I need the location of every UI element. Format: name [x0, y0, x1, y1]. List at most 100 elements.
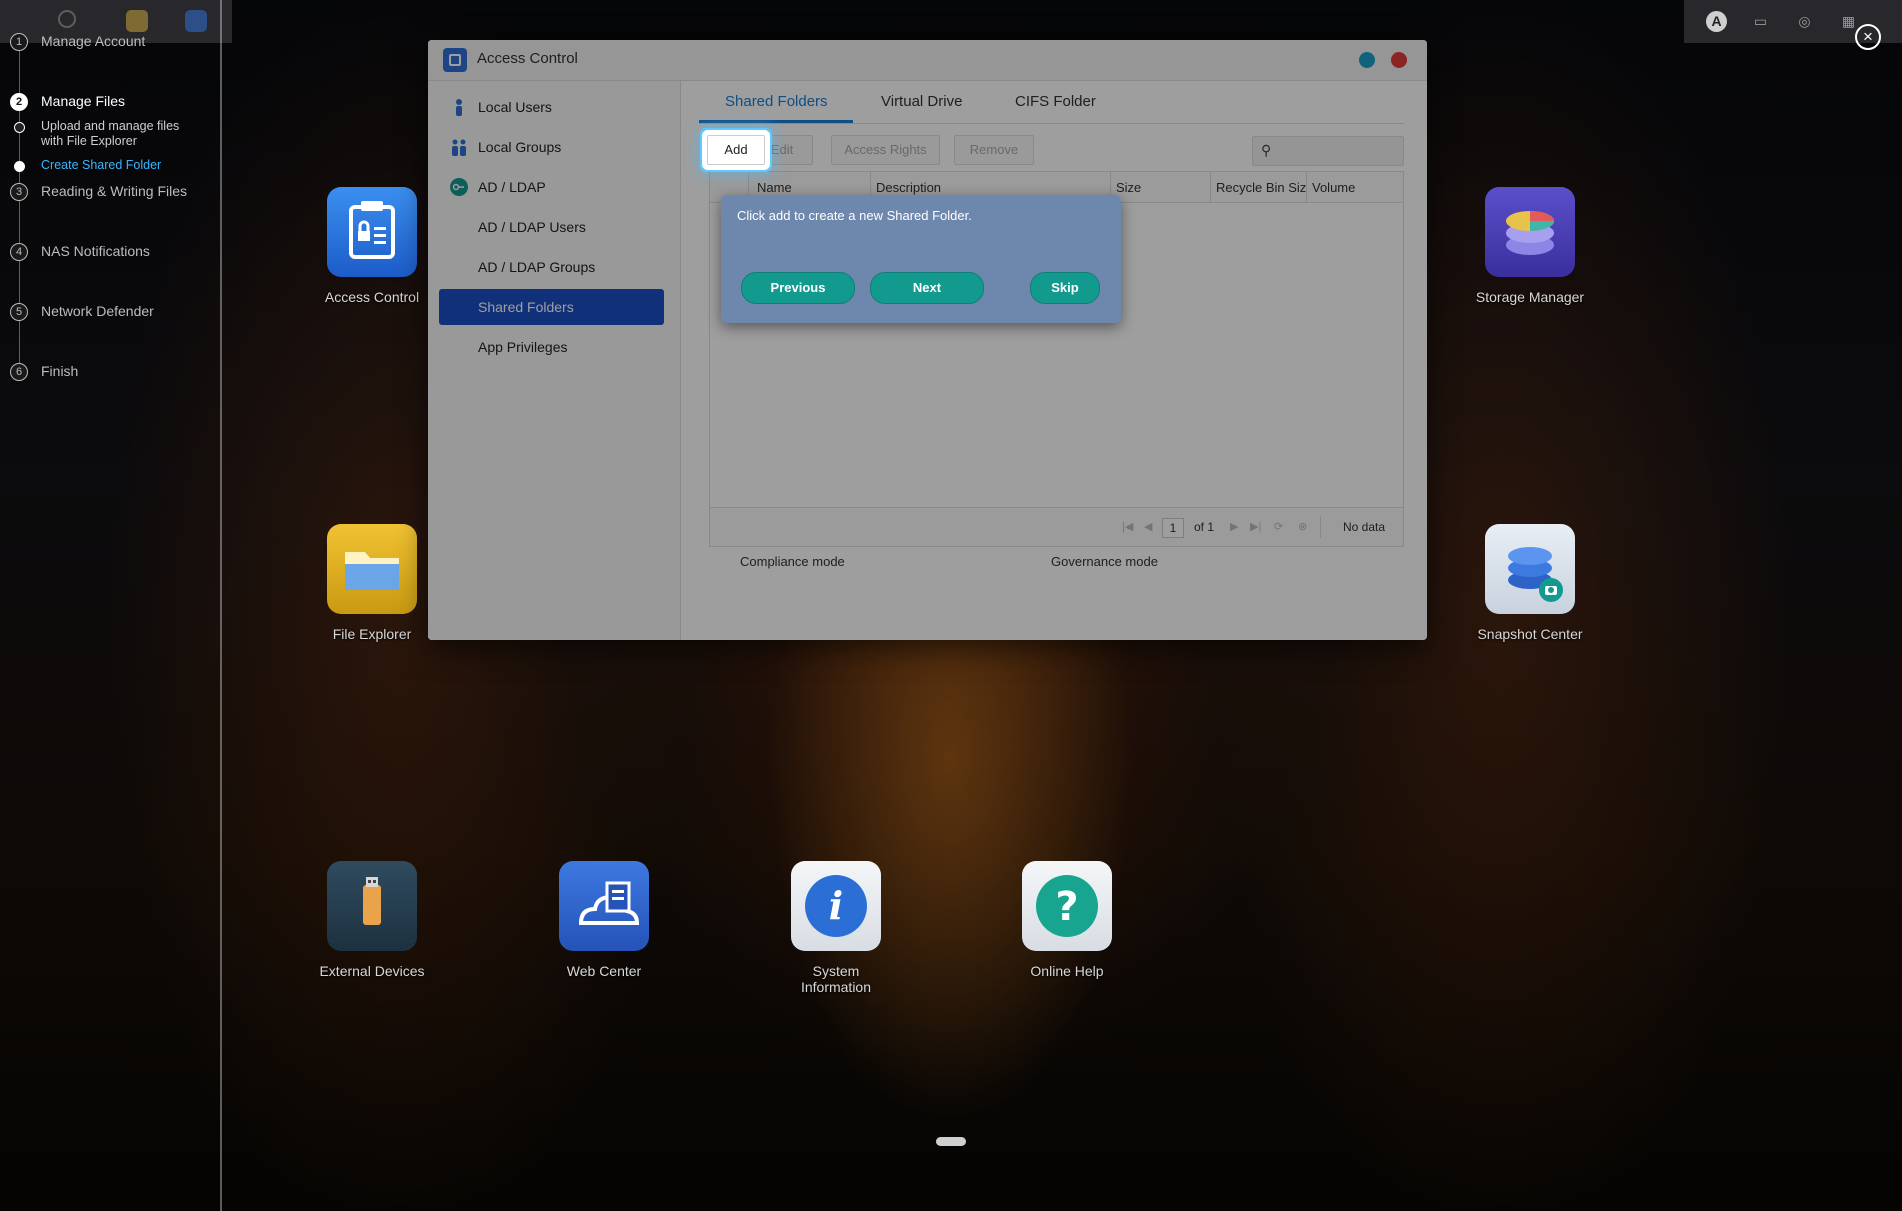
first-page-icon[interactable]: |◀ [1122, 520, 1133, 533]
dock-handle[interactable] [936, 1137, 966, 1146]
app-web-center[interactable]: Web Center [534, 861, 674, 979]
snapshot-center-icon [1485, 524, 1575, 614]
file-explorer-icon [327, 524, 417, 614]
system-information-icon: i [791, 861, 881, 951]
step-label: Network Defender [41, 303, 154, 319]
storage-manager-icon [1485, 187, 1575, 277]
sidebar-item-local-users[interactable]: Local Users [439, 89, 664, 125]
step-label: Manage Account [41, 33, 146, 49]
step-number: 2 [10, 93, 28, 111]
user-icon [456, 99, 462, 116]
minimize-button[interactable] [1359, 52, 1375, 68]
sidebar-item-label: AD / LDAP [478, 179, 546, 195]
calendar-icon[interactable]: ▦ [1838, 11, 1859, 32]
app-storage-manager[interactable]: Storage Manager [1460, 187, 1600, 305]
column-header-recycle-bin-size[interactable]: Recycle Bin Siz [1216, 180, 1306, 195]
access-control-window: Access Control Local Users Local Groups … [428, 40, 1427, 640]
app-access-control[interactable]: Access Control [302, 187, 442, 305]
sidebar-item-ad-ldap-groups[interactable]: AD / LDAP Groups [439, 249, 664, 285]
app-system-information[interactable]: i System Information [766, 861, 906, 995]
sidebar-item-label: AD / LDAP Users [478, 219, 586, 235]
svg-text:i: i [829, 883, 843, 928]
sidebar-item-ad-ldap-users[interactable]: AD / LDAP Users [439, 209, 664, 245]
message-icon[interactable]: ▭ [1750, 11, 1771, 32]
add-button[interactable]: Add [707, 135, 765, 165]
access-control-icon [327, 187, 417, 277]
access-rights-button[interactable]: Access Rights [831, 135, 940, 165]
column-separator [1306, 172, 1307, 202]
tutorial-sidebar: 1 Manage Account 2 Manage Files Upload a… [0, 0, 222, 1211]
tab-cifs-folder[interactable]: CIFS Folder [1015, 93, 1096, 110]
remove-button[interactable]: Remove [954, 135, 1034, 165]
app-external-devices[interactable]: External Devices [302, 861, 442, 979]
app-label: External Devices [319, 963, 425, 979]
substep-dot [14, 161, 25, 172]
next-button[interactable]: Next [870, 272, 984, 304]
step-label: Reading & Writing Files [41, 183, 188, 199]
pager-separator [1320, 516, 1321, 538]
sidebar-item-app-privileges[interactable]: App Privileges [439, 329, 664, 365]
step-number: 6 [10, 363, 28, 381]
step-number: 3 [10, 183, 28, 201]
table-status: No data [1342, 520, 1385, 534]
tutorial-tooltip: Click add to create a new Shared Folder.… [721, 195, 1121, 323]
sidebar-item-label: Local Users [478, 99, 552, 115]
sidebar-item-label: Local Groups [478, 139, 562, 155]
step-number: 1 [10, 33, 28, 51]
step-label: Manage Files [41, 93, 126, 109]
governance-mode-label: Governance mode [1051, 554, 1158, 569]
svg-text:?: ? [1055, 884, 1078, 930]
sidebar-item-ad-ldap[interactable]: AD / LDAP [439, 169, 664, 205]
app-label: Web Center [566, 963, 642, 979]
clear-icon[interactable]: ⊗ [1298, 520, 1307, 533]
step-label: Finish [41, 363, 79, 379]
group-icon [452, 139, 466, 156]
app-label: Snapshot Center [1477, 626, 1583, 642]
substep-label: Upload and manage files with File Explor… [41, 119, 180, 148]
last-page-icon[interactable]: ▶| [1250, 520, 1261, 533]
search-input[interactable]: ⚲ [1252, 136, 1404, 166]
column-header-volume[interactable]: Volume [1312, 180, 1355, 195]
close-button[interactable] [1391, 52, 1407, 68]
substep-label: Create Shared Folder [41, 158, 162, 172]
compliance-mode-label: Compliance mode [740, 554, 845, 569]
window-title: Access Control [477, 50, 578, 67]
sidebar-item-label: AD / LDAP Groups [478, 259, 596, 275]
sidebar-item-shared-folders[interactable]: Shared Folders [439, 289, 664, 325]
app-snapshot-center[interactable]: Snapshot Center [1460, 524, 1600, 642]
tab-virtual-drive[interactable]: Virtual Drive [881, 93, 962, 110]
page-count: of 1 [1194, 520, 1215, 534]
page-number-input[interactable]: 1 [1162, 518, 1184, 538]
column-header-description[interactable]: Description [876, 180, 941, 195]
column-header-size[interactable]: Size [1116, 180, 1141, 195]
access-control-app-icon [443, 48, 467, 72]
column-header-name[interactable]: Name [757, 180, 792, 195]
sidebar-item-label: App Privileges [478, 339, 568, 355]
active-tab-indicator [699, 120, 853, 123]
web-center-icon [559, 861, 649, 951]
close-tutorial-icon[interactable]: × [1855, 24, 1881, 50]
user-avatar-icon[interactable]: A [1706, 11, 1727, 32]
tab-shared-folders[interactable]: Shared Folders [725, 93, 828, 110]
refresh-icon[interactable]: ⟳ [1274, 520, 1283, 533]
step-number: 4 [10, 243, 28, 261]
previous-button[interactable]: Previous [741, 272, 855, 304]
window-titlebar[interactable]: Access Control [428, 40, 1427, 81]
app-online-help[interactable]: ? Online Help [997, 861, 1137, 979]
sidebar-item-local-groups[interactable]: Local Groups [439, 129, 664, 165]
key-icon [450, 178, 468, 196]
prev-page-icon[interactable]: ◀ [1144, 520, 1152, 533]
dashboard-icon[interactable]: ◎ [1794, 11, 1815, 32]
sidebar-item-label: Shared Folders [478, 299, 574, 315]
step-label: NAS Notifications [41, 243, 150, 259]
app-file-explorer[interactable]: File Explorer [302, 524, 442, 642]
table-pager: |◀ ◀ 1 of 1 ▶ ▶| ⟳ ⊗ No data [710, 507, 1403, 546]
step-number: 5 [10, 303, 28, 321]
tab-bar: Shared Folders Virtual Drive CIFS Folder [699, 81, 1404, 124]
app-label: System Information [800, 963, 872, 995]
substep-dot [14, 122, 25, 133]
online-help-icon: ? [1022, 861, 1112, 951]
external-devices-icon [327, 861, 417, 951]
skip-button[interactable]: Skip [1030, 272, 1100, 304]
next-page-icon[interactable]: ▶ [1230, 520, 1238, 533]
